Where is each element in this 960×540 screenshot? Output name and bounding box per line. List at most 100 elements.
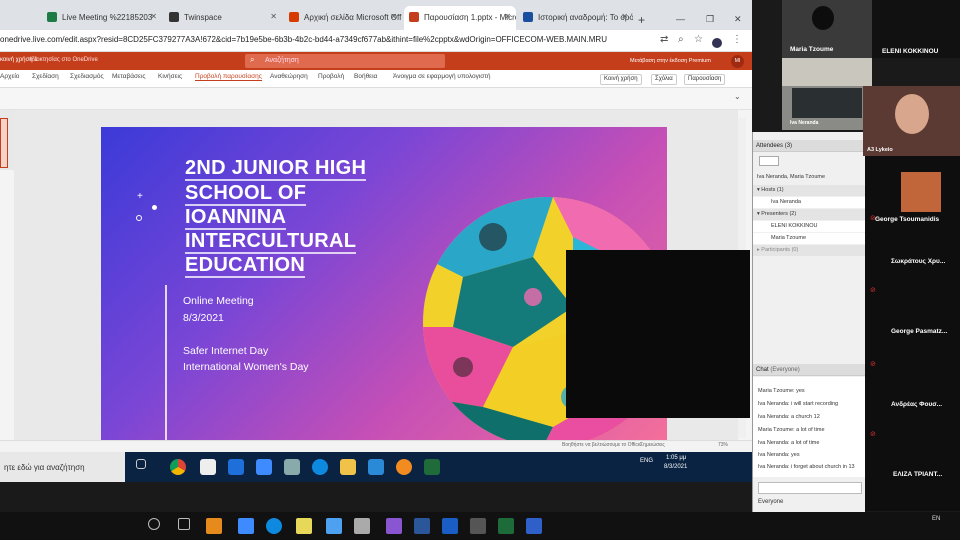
attendee-row[interactable]: ELENI KOKKINOU	[753, 221, 866, 232]
attendee-filter[interactable]: Iva Neranda, Maria Tzoume	[753, 172, 866, 183]
classroom-image	[792, 88, 862, 118]
chat-header: Chat (Everyone)	[753, 364, 866, 376]
search-input[interactable]: Αναζήτηση	[245, 54, 445, 68]
video-tile[interactable]: A3 Lykeio	[863, 86, 960, 156]
avatar[interactable]: MI	[731, 55, 744, 68]
dropbox-icon[interactable]	[256, 459, 272, 475]
app-icon[interactable]	[368, 459, 384, 475]
close-icon[interactable]: ✕	[390, 12, 397, 21]
tab-file[interactable]: Αρχείο	[0, 73, 19, 80]
maximize-icon[interactable]: ❐	[706, 14, 714, 25]
taskbar-search[interactable]: ητε εδώ για αναζήτηση	[0, 452, 125, 482]
video-tile[interactable]: George Tsoumanidis	[865, 156, 960, 231]
star-icon[interactable]: ☆	[694, 34, 703, 45]
feedback-link[interactable]: Βοηθήστε να βελτιώσουμε το Office	[562, 442, 641, 448]
tab-transitions[interactable]: Μεταβάσεις	[112, 73, 146, 80]
participant-image	[901, 172, 941, 212]
language-indicator[interactable]: ENG	[640, 458, 653, 464]
video-tile[interactable]: ELENI KOKKINOU	[872, 0, 960, 58]
search-icon[interactable]	[148, 518, 160, 530]
video-tile[interactable]: Σωκράτους Χρυ...	[865, 231, 960, 301]
share-button[interactable]: Κοινή χρήση	[600, 74, 642, 85]
attendees-header: Attendees (3)	[753, 140, 866, 152]
tab-live-meeting[interactable]: Live Meeting %22185203 ✕	[42, 6, 162, 30]
meeting-app-icon[interactable]	[498, 518, 514, 534]
translate-icon[interactable]: ⇄	[660, 34, 668, 45]
clock-date[interactable]: 8/3/2021	[664, 464, 687, 470]
attendee-row[interactable]: Iva Neranda	[753, 197, 866, 208]
mic-off-icon: ⊘	[870, 431, 876, 438]
app-icon[interactable]	[526, 518, 542, 534]
notes-button[interactable]: Σημειώσεις	[640, 442, 665, 448]
folder-icon[interactable]	[296, 518, 312, 534]
edge-icon[interactable]	[312, 459, 328, 475]
menu-icon[interactable]: ⋮	[732, 34, 742, 45]
chat-message: Maria Tzoume: yes	[758, 388, 805, 394]
edge-icon[interactable]	[266, 518, 282, 534]
store-icon[interactable]	[284, 459, 300, 475]
folder-icon[interactable]	[340, 459, 356, 475]
tab-powerpoint[interactable]: Παρουσίαση 1.pptx - Micro ✕	[404, 6, 516, 30]
tab-insert[interactable]: Σχεδίαση	[32, 73, 59, 80]
participant-image	[812, 6, 834, 30]
video-tile[interactable]: ΕΛΙΖΑ ΤΡΙΑΝΤ...	[865, 441, 960, 511]
word-icon[interactable]	[442, 518, 458, 534]
dropbox-icon[interactable]	[238, 518, 254, 534]
tab-view[interactable]: Προβολή	[318, 73, 344, 80]
task-view-icon[interactable]	[136, 459, 146, 469]
attendee-row[interactable]: Maria Tzoume	[753, 233, 866, 244]
camera-icon[interactable]	[470, 518, 486, 534]
minimize-icon[interactable]: —	[676, 14, 685, 24]
task-view-icon[interactable]	[178, 518, 190, 530]
chat-recipient[interactable]: Everyone	[758, 499, 783, 505]
clock-time[interactable]: 1:05 μμ	[666, 455, 686, 461]
url-field[interactable]: onedrive.live.com/edit.aspx?resid=8CD25F…	[0, 35, 607, 44]
store-icon[interactable]	[354, 518, 370, 534]
chrome-icon[interactable]	[170, 459, 186, 475]
present-button[interactable]: Παρουσίαση	[684, 74, 726, 85]
doc-owner[interactable]: Ιδιοκτησίας στο OneDrive	[30, 57, 98, 63]
meeting-app-icon[interactable]	[424, 459, 440, 475]
tab-open-desktop[interactable]: Άνοιγμα σε εφαρμογή υπολογιστή	[393, 73, 491, 80]
video-tile[interactable]: Maria Tzoume	[782, 0, 872, 58]
list-view-icon[interactable]	[759, 156, 779, 166]
tab-design[interactable]: Σχεδιασμός	[70, 73, 104, 80]
collapse-icon[interactable]: ⌄	[734, 92, 741, 101]
photos-icon[interactable]	[326, 518, 342, 534]
close-icon[interactable]: ✕	[270, 12, 277, 21]
firefox-icon[interactable]	[396, 459, 412, 475]
hosts-group[interactable]: ▾ Hosts (1)	[753, 185, 866, 196]
presenters-group[interactable]: ▾ Presenters (2)	[753, 209, 866, 220]
word-icon[interactable]	[414, 518, 430, 534]
tab-review[interactable]: Αναθεώρηση	[270, 73, 308, 80]
tab-help[interactable]: Βοήθεια	[354, 73, 377, 80]
amazon-icon[interactable]	[200, 459, 216, 475]
tab-slideshow[interactable]: Προβολή παρουσίασης	[195, 73, 262, 81]
mic-off-icon: ⊘	[870, 215, 876, 222]
new-tab-button[interactable]: +	[638, 13, 645, 27]
close-icon[interactable]: ✕	[504, 12, 511, 21]
zoom-icon[interactable]: ⌕	[678, 34, 684, 45]
language-indicator[interactable]: EN	[932, 516, 940, 522]
video-tile[interactable]: Ανδρέας Φουσ...	[865, 371, 960, 441]
zoom-level[interactable]: 73%	[718, 442, 728, 448]
slide-thumbnail[interactable]	[0, 118, 8, 168]
tab-history[interactable]: Ιστορική αναδρομή: Το ορό ✕	[518, 6, 633, 30]
close-icon[interactable]: ✕	[621, 12, 628, 21]
meeting-date: 8/3/2021	[183, 312, 224, 324]
video-tile[interactable]: George Pasmatz...	[865, 301, 960, 371]
mail-icon[interactable]	[228, 459, 244, 475]
premium-link[interactable]: Μετάβαση στην έκδοση Premium	[630, 58, 711, 64]
profile-icon[interactable]	[712, 38, 722, 48]
close-window-icon[interactable]: ✕	[734, 14, 742, 25]
tab-animations[interactable]: Κινήσεις	[158, 73, 182, 80]
video-tile[interactable]: Iva Neranda	[782, 58, 872, 130]
close-icon[interactable]: ✕	[150, 12, 157, 21]
participants-group[interactable]: ▸ Participants (0)	[753, 245, 866, 256]
tab-microsoft-office[interactable]: Αρχική σελίδα Microsoft Off ✕	[284, 6, 402, 30]
tab-twinspace[interactable]: Twinspace ✕	[164, 6, 282, 30]
app-icon[interactable]	[386, 518, 402, 534]
comments-button[interactable]: Σχόλια	[651, 74, 677, 85]
app-icon[interactable]	[206, 518, 222, 534]
chat-input[interactable]	[758, 482, 862, 494]
